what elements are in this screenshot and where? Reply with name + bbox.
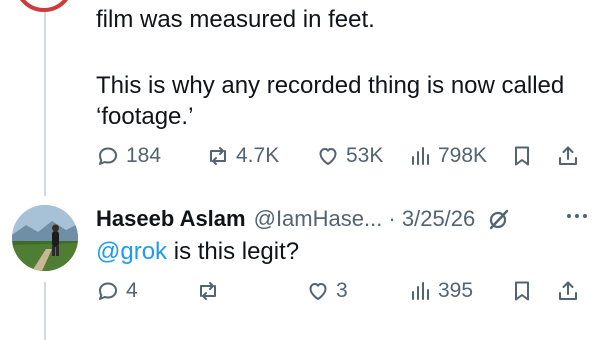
grok-icon[interactable] (487, 207, 511, 231)
more-icon[interactable] (563, 206, 591, 226)
tweet-actions: 184 4.7K 53K 798K (96, 141, 586, 171)
reply-count: 184 (126, 144, 162, 167)
like-icon (319, 148, 337, 165)
avatar[interactable] (12, 205, 78, 271)
views-icon (412, 282, 429, 300)
views-button[interactable]: 395 (408, 276, 473, 306)
avatar-photo (12, 205, 78, 271)
thread-line-top (44, 0, 46, 196)
share-button[interactable] (556, 276, 580, 306)
author-name[interactable]: Haseeb Aslam (96, 206, 246, 232)
like-icon (309, 283, 327, 300)
reply-icon (99, 282, 117, 300)
views-count: 395 (438, 279, 474, 302)
reply-body: is this legit? (167, 238, 300, 265)
repost-button[interactable] (196, 276, 226, 306)
views-icon (412, 147, 429, 165)
repost-icon (200, 282, 216, 300)
reply-button[interactable]: 4 (96, 276, 138, 306)
reply-icon (99, 147, 117, 165)
reply-text: @grok is this legit? (96, 236, 299, 267)
views-count: 798K (438, 144, 488, 167)
like-count: 53K (346, 144, 384, 167)
bookmark-button[interactable] (510, 141, 534, 171)
reply-actions: 4 3 395 (96, 276, 586, 306)
repost-icon (210, 147, 226, 165)
mention-link[interactable]: @grok (96, 238, 167, 265)
share-icon (559, 281, 577, 300)
reply-button[interactable]: 184 (96, 141, 161, 171)
thread-line-bottom (44, 282, 46, 340)
tweet-text-paragraph: This is why any recorded thing is now ca… (96, 72, 565, 130)
reply-header: Haseeb Aslam @IamHase... · 3/25/26 (96, 203, 511, 235)
share-icon (559, 146, 577, 165)
views-button[interactable]: 798K (408, 141, 487, 171)
repost-count: 4.7K (236, 144, 280, 167)
like-button[interactable]: 53K (316, 141, 383, 171)
share-button[interactable] (556, 141, 580, 171)
reply-count: 4 (126, 279, 138, 302)
bookmark-button[interactable] (510, 276, 534, 306)
bookmark-icon (515, 146, 529, 166)
tweet-text-line: film was measured in feet. (96, 6, 375, 33)
repost-button[interactable]: 4.7K (206, 141, 279, 171)
like-button[interactable]: 3 (306, 276, 348, 306)
avatar[interactable] (14, 0, 74, 12)
bookmark-icon (515, 281, 529, 301)
like-count: 3 (336, 279, 348, 302)
handle-and-date[interactable]: @IamHase... · 3/25/26 (254, 206, 476, 232)
